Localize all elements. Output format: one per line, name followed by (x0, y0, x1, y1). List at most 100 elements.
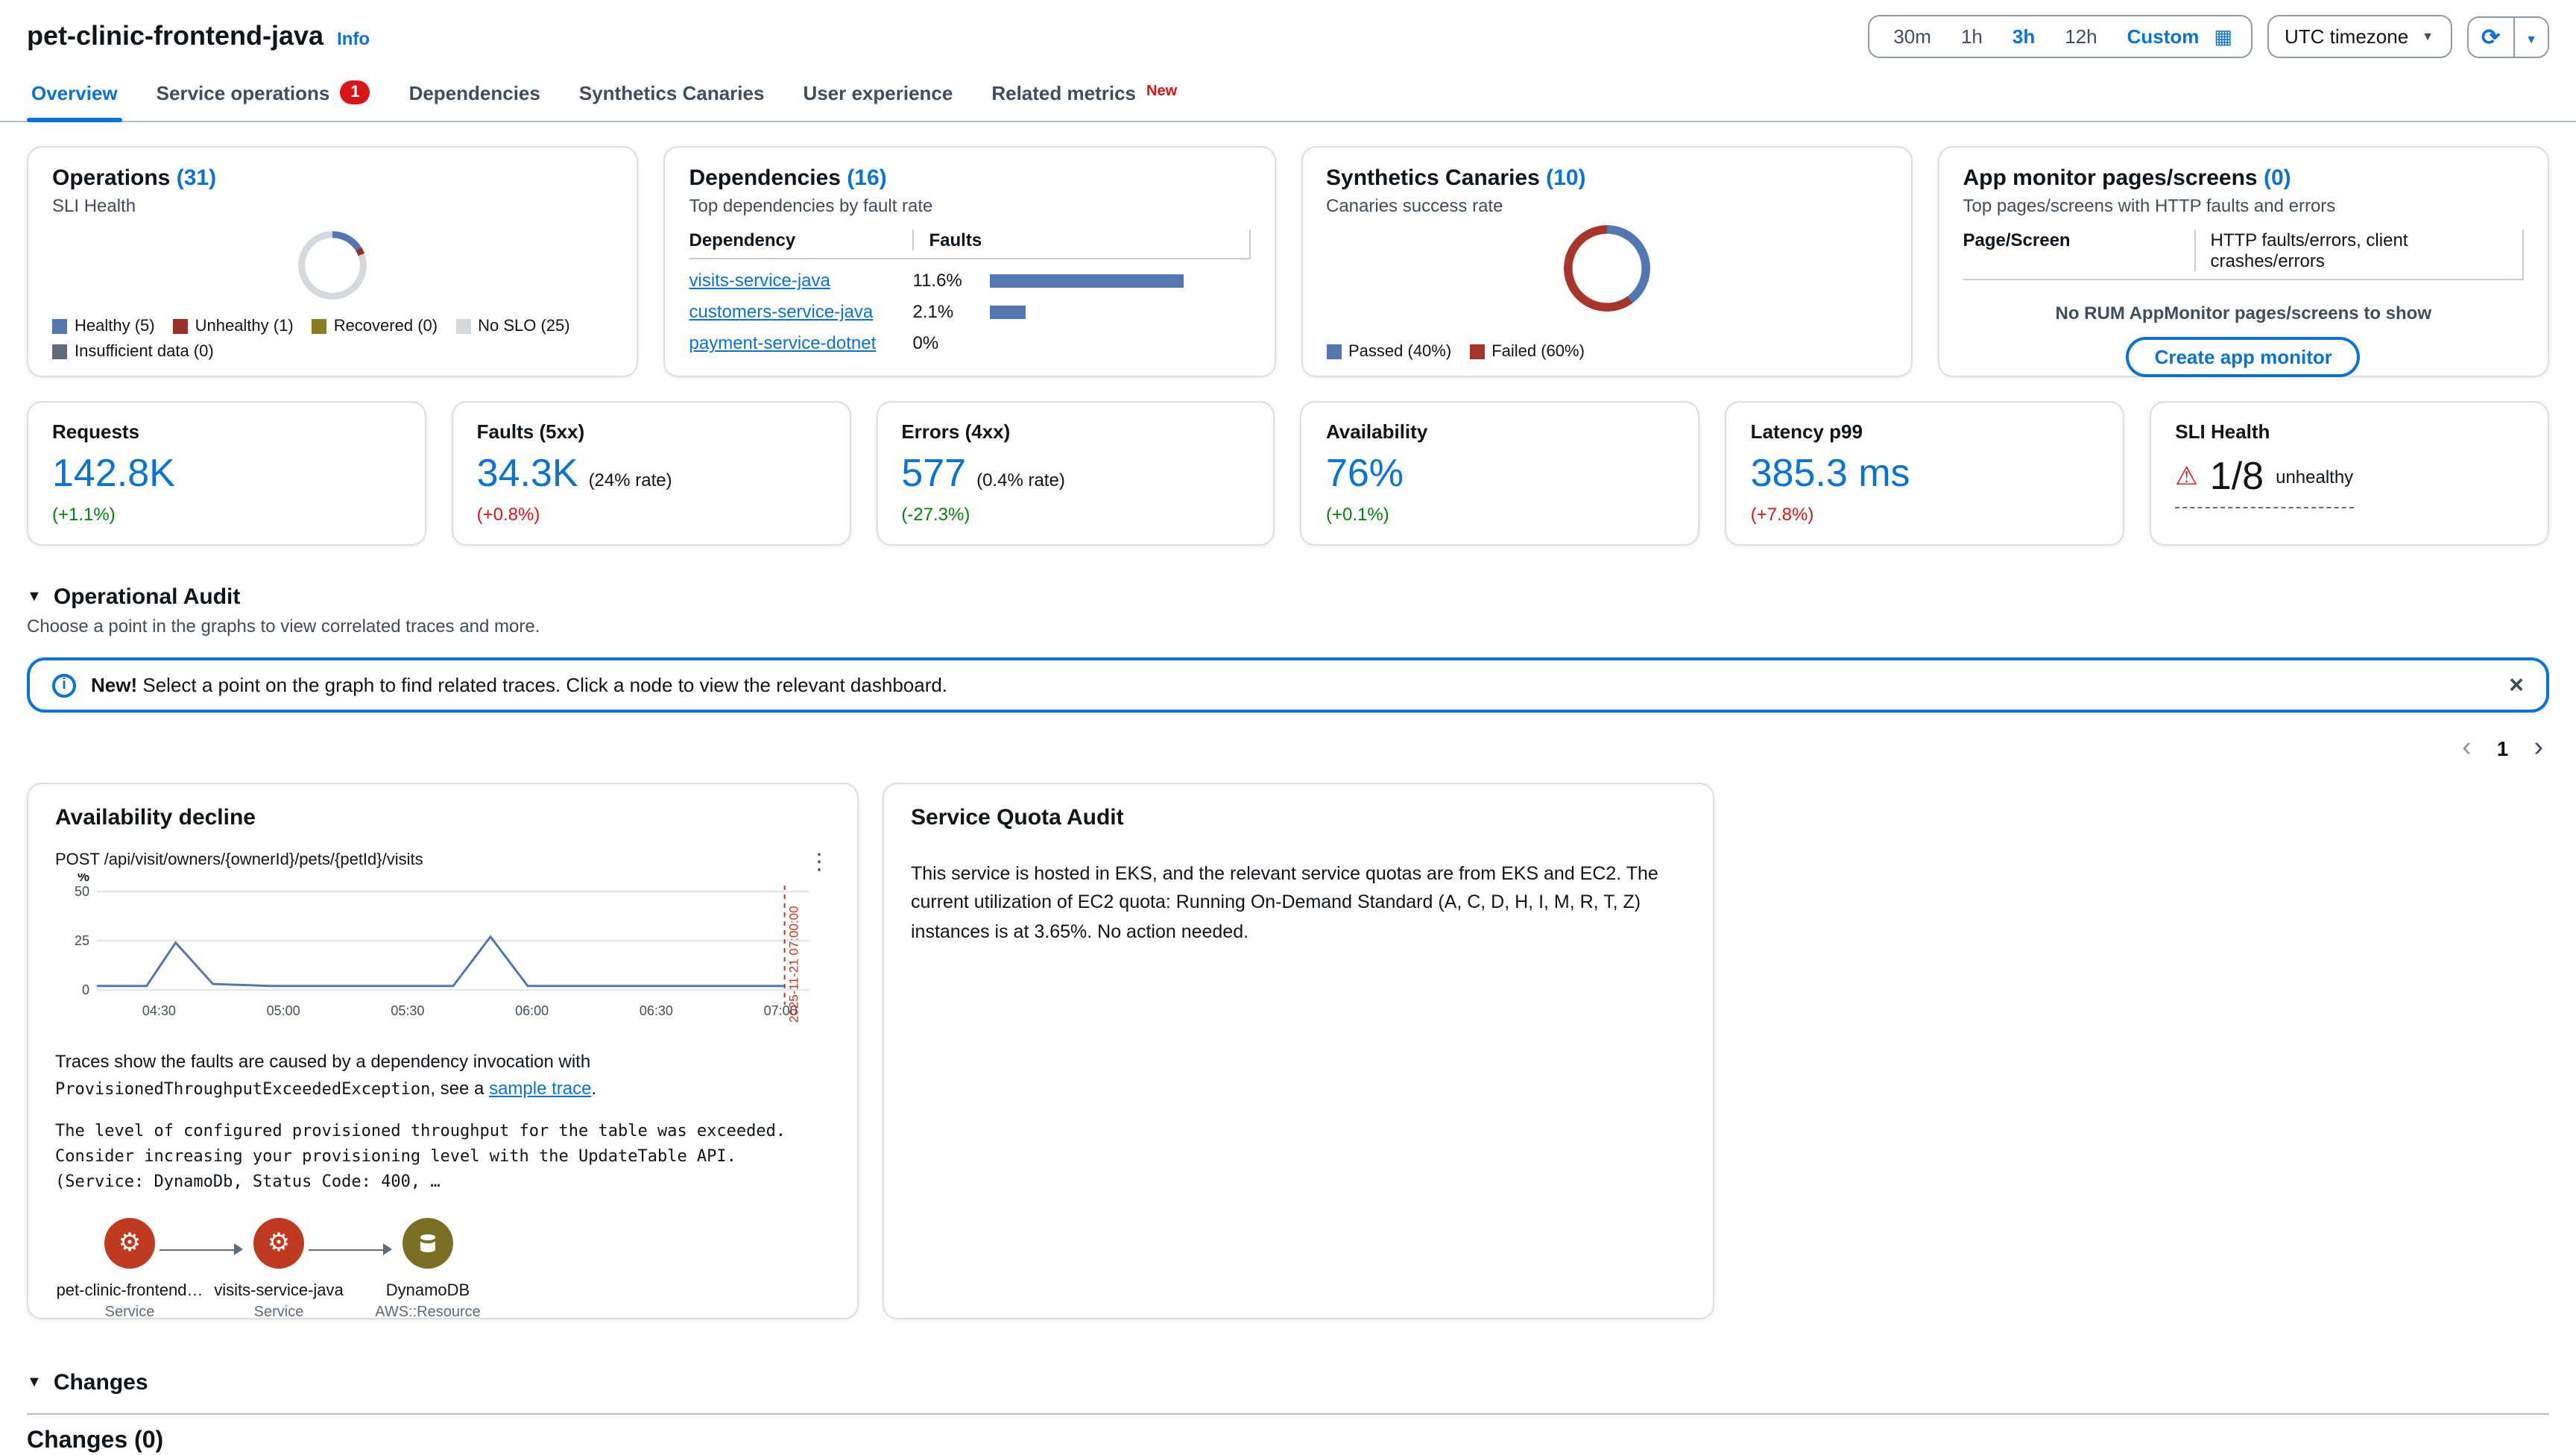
metric-value-link[interactable]: 34.3K (477, 450, 578, 496)
metric-delta: (+1.1%) (52, 504, 401, 525)
column-faults[interactable]: Faults (913, 230, 1249, 250)
app-monitor-count-link[interactable]: (0) (2264, 165, 2291, 191)
time-range-12h-button[interactable]: 12h (2050, 21, 2112, 52)
legend-swatch (455, 319, 470, 334)
sli-health-suffix: unhealthy (2276, 466, 2353, 487)
metric-value-link[interactable]: 577 (901, 450, 966, 496)
tab-label: Related metrics (991, 81, 1136, 104)
warning-icon: ⚠ (2175, 464, 2198, 489)
dependencies-count-link[interactable]: (16) (847, 165, 886, 191)
next-page-icon[interactable]: › (2534, 733, 2543, 762)
dependency-link[interactable]: payment-service-dotnet (689, 332, 913, 353)
chart-title: POST /api/visit/owners/{ownerId}/pets/{p… (55, 851, 423, 869)
trace-text: , see a (430, 1078, 489, 1099)
time-range-custom-button[interactable]: Custom (2112, 21, 2214, 52)
service-node-visits-service-java[interactable]: ⚙ visits-service-java Service (204, 1217, 353, 1342)
legend-item: Recovered (0) (312, 318, 438, 335)
service-node-pet-clinic-frontend[interactable]: ⚙ pet-clinic-frontend… Service (55, 1217, 204, 1342)
fault-rate-bar (991, 305, 1026, 318)
changes-header[interactable]: ▼ Changes (27, 1370, 2549, 1395)
previous-page-icon[interactable]: ‹ (2462, 733, 2472, 762)
table-row: customers-service-java 2.1% (689, 301, 1251, 322)
legend-label: Healthy (5) (75, 318, 155, 335)
tab-service-operations[interactable]: Service operations1 (137, 67, 390, 121)
overview-cards-row: Operations (31) SLI Health Healthy (5) U… (0, 146, 2576, 377)
column-page-screen[interactable]: Page/Screen (1963, 230, 2194, 271)
metric-value-link[interactable]: 385.3 ms (1751, 450, 1910, 496)
legend-swatch (52, 344, 67, 359)
edge-arrow (160, 1243, 243, 1256)
legend-swatch (1326, 344, 1341, 359)
time-range-3h-button[interactable]: 3h (1998, 21, 2050, 52)
column-http-faults[interactable]: HTTP faults/errors, client crashes/error… (2194, 230, 2523, 271)
availability-decline-card: Availability decline POST /api/visit/own… (27, 783, 859, 1319)
metric-label: Requests (52, 420, 401, 443)
tab-synthetics-canaries[interactable]: Synthetics Canaries (560, 67, 784, 121)
column-dependency[interactable]: Dependency (689, 230, 913, 250)
metrics-row: Requests 142.8K (+1.1%) Faults (5xx) 34.… (0, 401, 2576, 546)
operations-count-link[interactable]: (31) (177, 165, 216, 191)
time-range-30m-button[interactable]: 30m (1878, 21, 1946, 52)
new-badge: New (1146, 83, 1177, 100)
fault-rate-value: 0% (913, 332, 991, 353)
dependency-link[interactable]: customers-service-java (689, 301, 913, 322)
metric-delta: (+0.1%) (1326, 504, 1675, 525)
legend-label: Failed (60%) (1491, 343, 1585, 361)
card-title: App monitor pages/screens (0) (1963, 165, 2525, 191)
tab-label: User experience (803, 81, 953, 104)
refresh-button[interactable]: ⟳ (2468, 17, 2513, 56)
node-label: pet-clinic-frontend… (57, 1281, 203, 1299)
dependency-link[interactable]: visits-service-java (689, 270, 913, 291)
canaries-count-link[interactable]: (10) (1546, 165, 1585, 191)
dependencies-table: Dependency Faults visits-service-java 11… (689, 230, 1251, 353)
time-range-group: 30m 1h 3h 12h Custom ▦ (1868, 15, 2252, 58)
gear-icon: ⚙ (119, 1230, 142, 1255)
tab-bar: Overview Service operations1 Dependencie… (0, 67, 2576, 122)
table-header-row: Dependency Faults (689, 230, 1251, 259)
sli-health-popover-trigger[interactable]: ⚠ 1/8 unhealthy (2175, 453, 2353, 508)
sample-trace-link[interactable]: sample trace (489, 1078, 591, 1099)
timezone-select[interactable]: UTC timezone ▼ (2267, 15, 2452, 58)
legend-swatch (52, 319, 67, 334)
section-title: Changes (54, 1370, 148, 1395)
node-type: Service (105, 1304, 155, 1320)
card-title: Dependencies (16) (689, 165, 1251, 191)
availability-line-chart[interactable]: 02550%04:3005:0005:3006:0006:3007:002025… (55, 874, 833, 1026)
legend-label: No SLO (25) (478, 318, 570, 335)
metric-value-link[interactable]: 76% (1326, 450, 1404, 496)
create-app-monitor-button[interactable]: Create app monitor (2127, 337, 2361, 377)
legend-item: Healthy (5) (52, 318, 155, 335)
operational-audit-header[interactable]: ▼ Operational Audit (27, 584, 2549, 610)
close-icon[interactable]: × (2509, 672, 2524, 698)
tab-dependencies[interactable]: Dependencies (390, 67, 560, 121)
svg-text:0: 0 (82, 982, 89, 997)
info-link[interactable]: Info (337, 28, 370, 49)
empty-state-text: No RUM AppMonitor pages/screens to show (1963, 303, 2525, 323)
calendar-icon[interactable]: ▦ (2214, 25, 2241, 48)
canaries-legend: Passed (40%) Failed (60%) (1326, 343, 1893, 361)
refresh-options-button[interactable]: ▼ (2513, 17, 2548, 56)
canaries-success-donut-chart[interactable] (1563, 225, 1650, 312)
service-node-circle: ⚙ (104, 1217, 155, 1268)
kebab-menu-icon[interactable]: ⋮ (808, 851, 830, 874)
resource-node-dynamodb[interactable]: DynamoDB AWS::Resource (353, 1217, 502, 1342)
metric-label: Errors (4xx) (901, 420, 1250, 443)
sli-health-donut-chart[interactable] (298, 231, 367, 300)
metric-value-link[interactable]: 142.8K (52, 450, 175, 496)
legend-label: Unhealthy (1) (195, 318, 294, 335)
svg-text:05:30: 05:30 (391, 1003, 424, 1018)
card-subtitle: Top pages/screens with HTTP faults and e… (1963, 195, 2525, 216)
metric-card-sli-health: SLI Health ⚠ 1/8 unhealthy (2150, 401, 2549, 546)
card-title: Synthetics Canaries (10) (1326, 165, 1887, 191)
dependency-node-graph: ⚙ pet-clinic-frontend… Service ⚙ visits-… (55, 1217, 830, 1342)
tab-overview[interactable]: Overview (12, 67, 137, 121)
tab-user-experience[interactable]: User experience (783, 67, 972, 121)
refresh-split-button: ⟳ ▼ (2466, 16, 2549, 57)
page-number[interactable]: 1 (2497, 736, 2509, 760)
tab-related-metrics[interactable]: Related metrics New (972, 67, 1196, 121)
time-range-1h-button[interactable]: 1h (1946, 21, 1998, 52)
service-node-circle: ⚙ (253, 1217, 304, 1268)
alert-count-badge: 1 (340, 81, 370, 104)
card-subtitle: Canaries success rate (1326, 195, 1887, 216)
trace-text: . (591, 1078, 596, 1099)
